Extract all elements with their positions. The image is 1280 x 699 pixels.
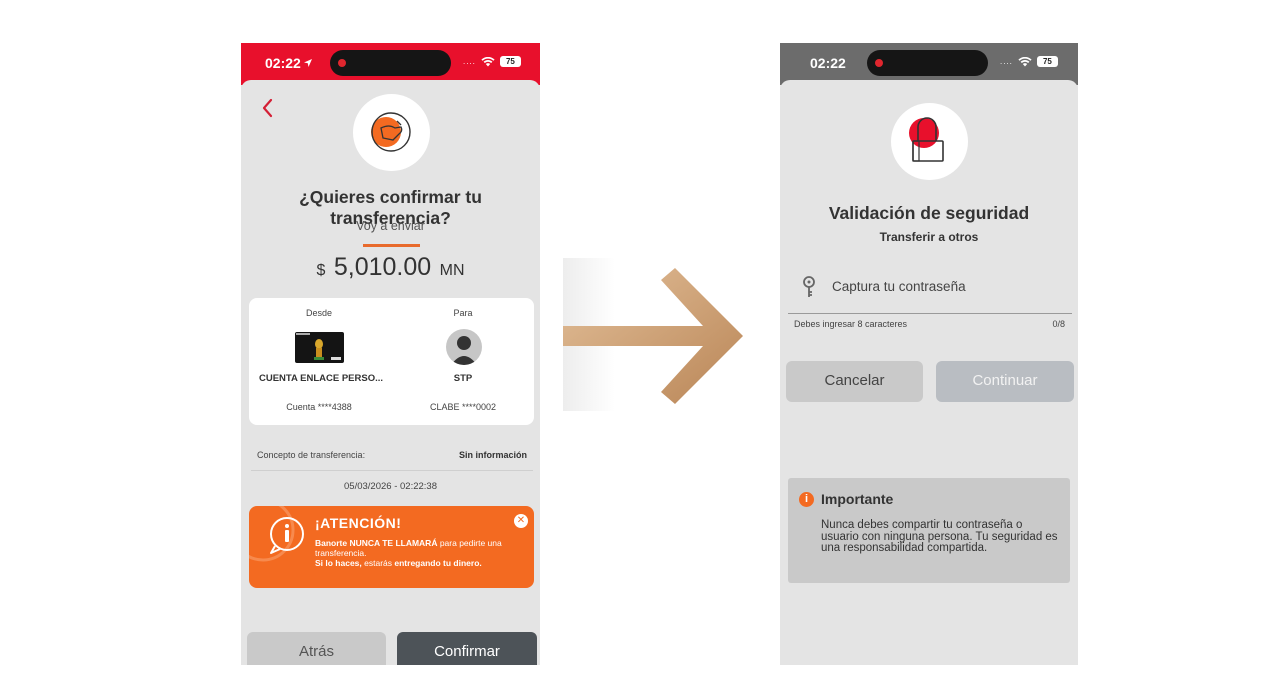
back-chevron-icon[interactable] bbox=[259, 97, 275, 119]
alert-line1-bold: Banorte NUNCA TE LLAMARÁ bbox=[315, 538, 438, 548]
divider bbox=[251, 470, 533, 471]
close-icon[interactable]: ✕ bbox=[514, 514, 528, 528]
page-title: Validación de seguridad bbox=[828, 203, 1030, 223]
location-arrow-icon bbox=[304, 59, 312, 67]
info-icon bbox=[270, 517, 304, 554]
user-avatar-icon bbox=[446, 329, 482, 365]
page-subtitle: Transferir a otros bbox=[879, 230, 979, 244]
transfer-icon-circle bbox=[353, 94, 430, 171]
password-counter: 0/8 bbox=[1052, 319, 1065, 329]
world-cup-card-icon bbox=[295, 332, 344, 363]
concept-value: Sin información bbox=[458, 450, 527, 460]
transfer-hand-icon bbox=[371, 112, 411, 152]
to-account-name: STP bbox=[453, 373, 473, 384]
status-time: 02:22 bbox=[265, 55, 301, 71]
warning-info-icon: i bbox=[799, 492, 814, 507]
transfer-details-card: Desde Para CUENTA ENLACE PERSO... STP Cu… bbox=[249, 298, 534, 425]
dynamic-island bbox=[330, 50, 451, 76]
cancel-button[interactable]: Cancelar bbox=[786, 361, 923, 402]
from-label: Desde bbox=[305, 308, 332, 318]
alert-line2-bold2: entregando tu dinero. bbox=[394, 558, 482, 568]
signal-icon: .... bbox=[1000, 57, 1013, 66]
alert-line2-mid: estarás bbox=[361, 558, 395, 568]
concept-label: Concepto de transferencia: bbox=[257, 450, 366, 460]
key-icon bbox=[803, 276, 815, 297]
amount: $ 5,010.00 MN bbox=[241, 253, 540, 282]
right-arrow-icon bbox=[563, 268, 743, 404]
wifi-icon bbox=[481, 56, 495, 66]
amount-currency: $ bbox=[316, 262, 326, 279]
password-hint: Debes ingresar 8 caracteres bbox=[794, 319, 908, 329]
security-sheet: Validación de seguridad Transferir a otr… bbox=[780, 80, 1078, 665]
from-account-number: Cuenta ****4388 bbox=[286, 402, 352, 412]
password-input[interactable] bbox=[832, 279, 1062, 294]
security-validation-screen: 02:22 .... 75 Validación de seguridad Tr… bbox=[780, 43, 1078, 665]
password-row bbox=[802, 276, 1072, 304]
wifi-icon bbox=[1018, 56, 1032, 66]
status-time: 02:22 bbox=[810, 55, 846, 71]
important-body: Nunca debes compartir tu contraseña o us… bbox=[821, 519, 1058, 554]
confirm-sheet: ¿Quieres confirmar tu transferencia? Voy… bbox=[241, 80, 540, 665]
to-label: Para bbox=[453, 308, 473, 318]
important-notice: i Importante Nunca debes compartir tu co… bbox=[788, 478, 1070, 583]
alert-body: Banorte NUNCA TE LLAMARÁ para pedirte un… bbox=[315, 538, 527, 568]
to-account-number: CLABE ****0002 bbox=[429, 402, 497, 412]
status-bar: 02:22 .... 75 bbox=[780, 43, 1078, 85]
from-account-name: CUENTA ENLACE PERSO... bbox=[258, 373, 384, 384]
security-icon-circle bbox=[891, 103, 968, 180]
alert-line2-bold1: Si lo haces, bbox=[315, 558, 362, 568]
amount-unit: MN bbox=[439, 262, 465, 279]
transfer-datetime: 05/03/2026 - 02:22:38 bbox=[344, 481, 437, 492]
status-bar: 02:22 .... 75 bbox=[241, 43, 540, 85]
important-title: Importante bbox=[821, 491, 894, 507]
dynamic-island bbox=[867, 50, 988, 76]
security-lock-icon bbox=[909, 117, 944, 162]
confirm-transfer-screen: 02:22 .... 75 ¿Quieres confirmar tu tran… bbox=[241, 43, 540, 665]
password-underline bbox=[788, 313, 1072, 314]
send-label: Voy a enviar bbox=[356, 219, 425, 233]
signal-icon: .... bbox=[463, 57, 476, 66]
amount-value: 5,010.00 bbox=[333, 253, 432, 281]
accent-bar bbox=[363, 244, 420, 247]
continue-button[interactable]: Continuar bbox=[936, 361, 1074, 402]
battery-icon: 75 bbox=[499, 56, 521, 67]
battery-icon: 75 bbox=[1036, 56, 1058, 67]
concept-row: Concepto de transferencia: Sin informaci… bbox=[257, 450, 527, 460]
attention-alert: ¡ATENCIÓN! Banorte NUNCA TE LLAMARÁ para… bbox=[249, 506, 534, 588]
alert-title: ¡ATENCIÓN! bbox=[315, 515, 402, 531]
confirm-button[interactable]: Confirmar bbox=[397, 632, 537, 665]
back-button[interactable]: Atrás bbox=[247, 632, 386, 665]
